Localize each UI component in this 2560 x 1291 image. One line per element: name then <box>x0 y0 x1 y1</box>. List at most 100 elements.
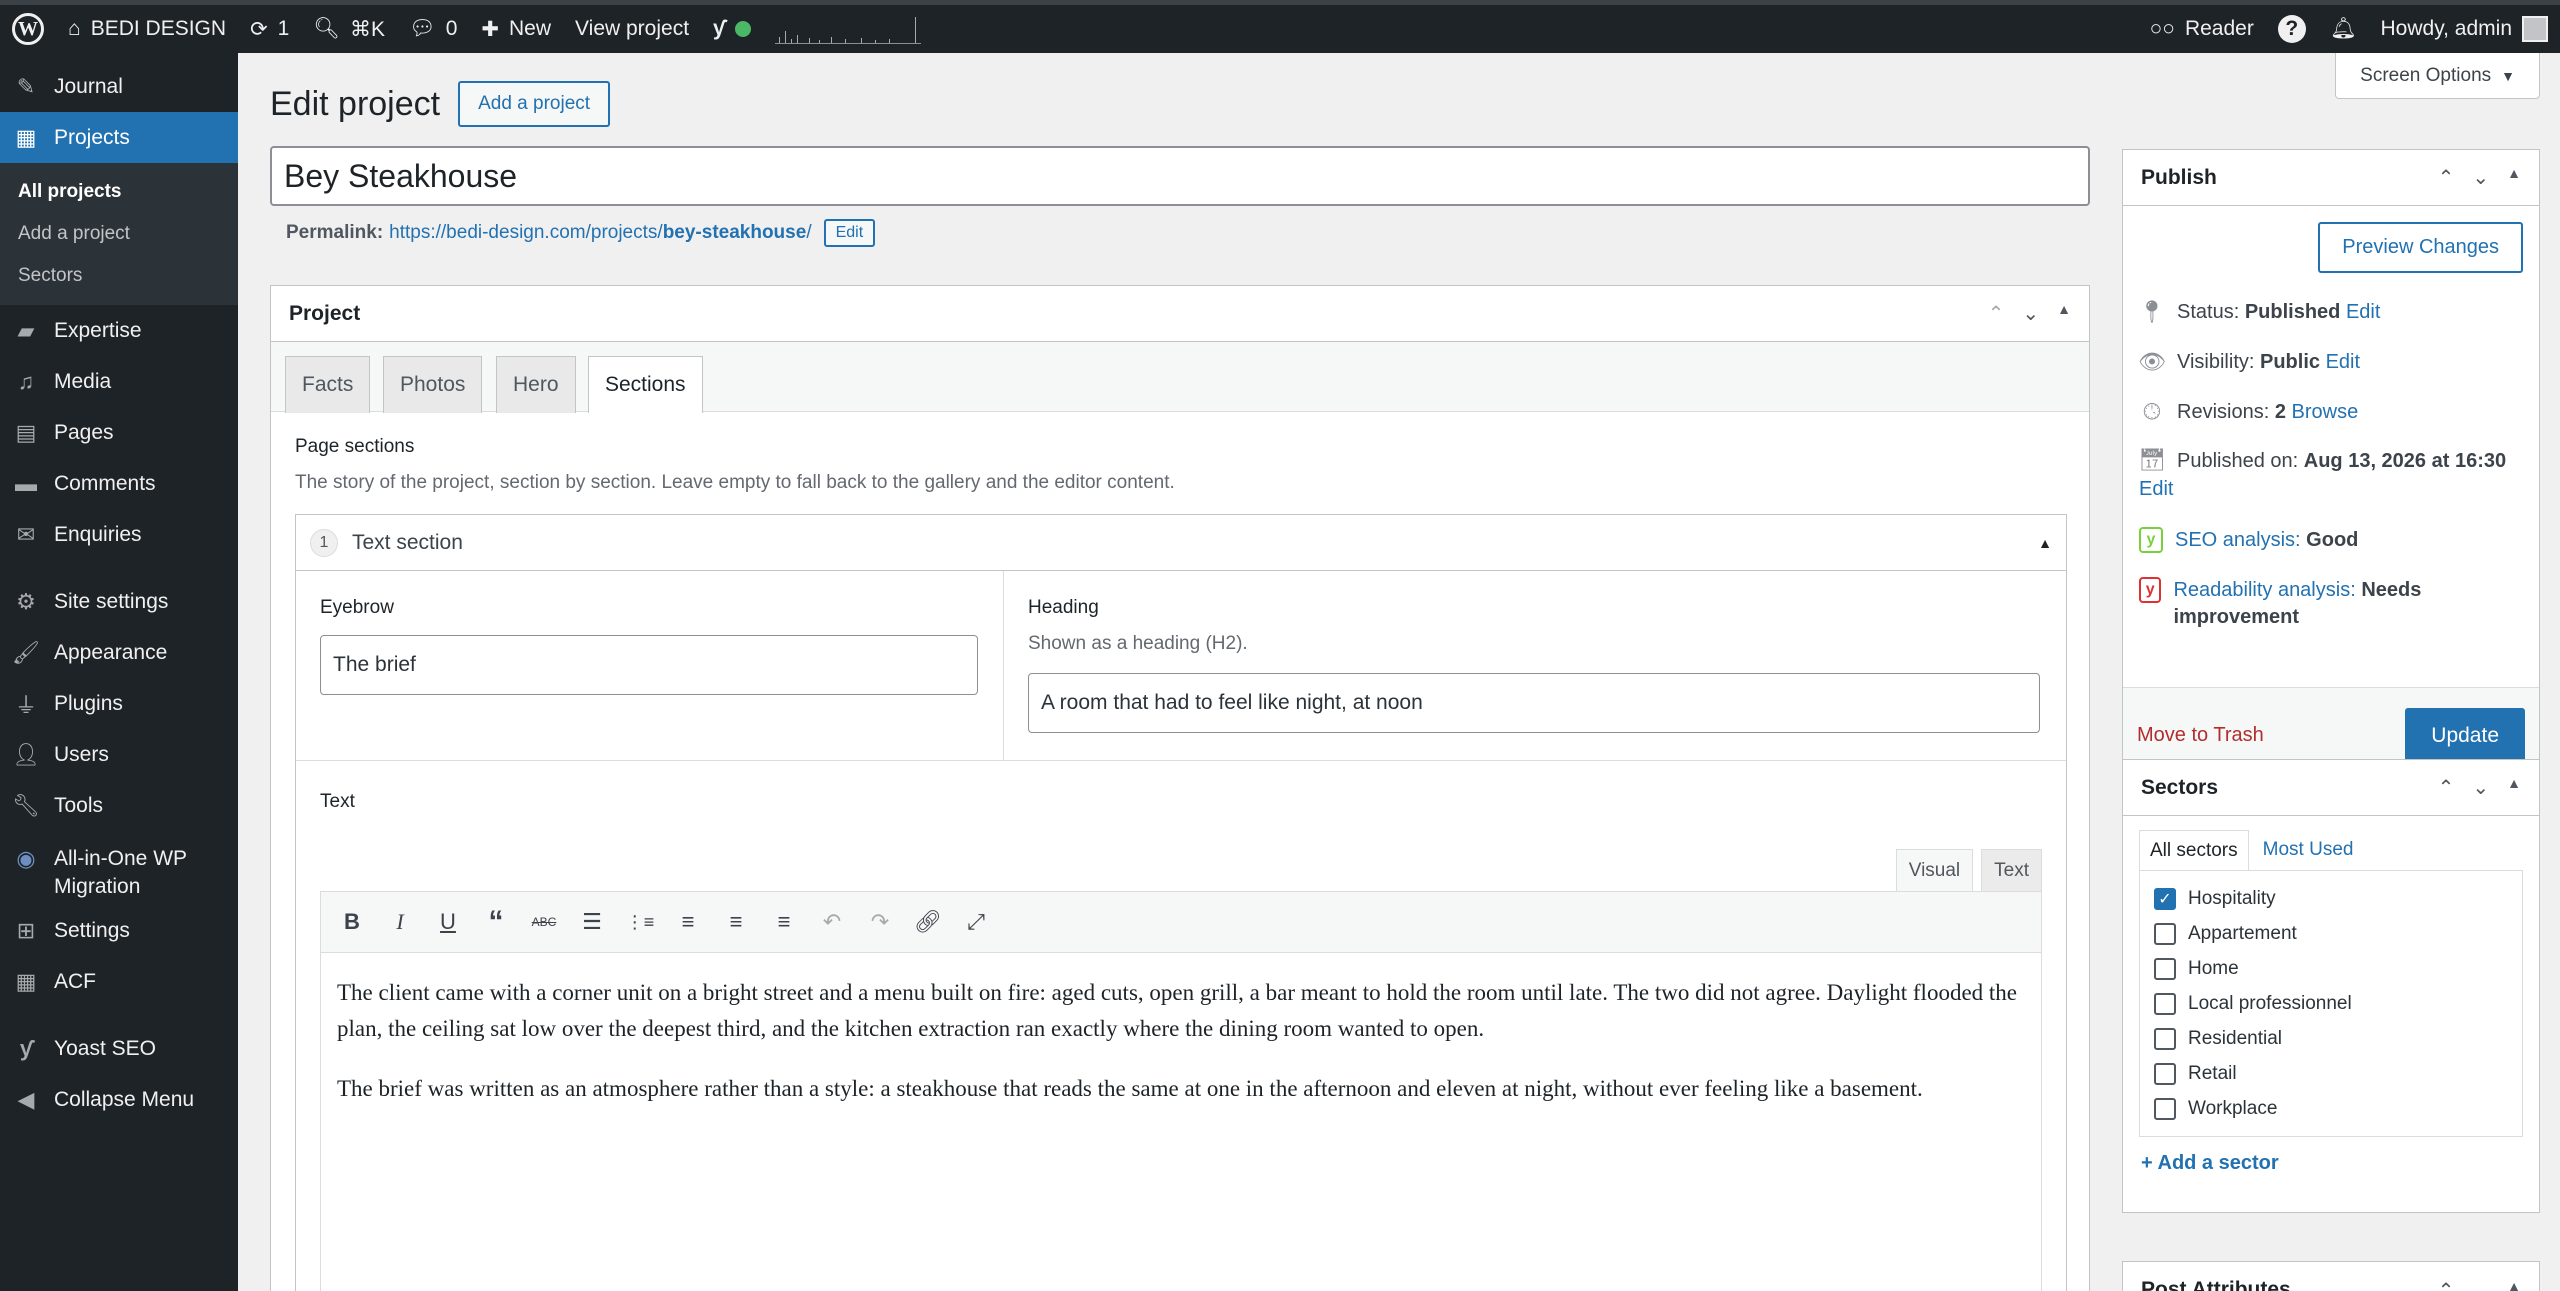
move-up-icon[interactable]: ⌃ <box>2438 1278 2455 1291</box>
status-edit-link[interactable]: Edit <box>2346 301 2380 323</box>
editor-tab-text[interactable]: Text <box>1981 849 2042 891</box>
sidebar-item-tools[interactable]: 🔧︎ Tools <box>0 780 238 831</box>
tab-most-used[interactable]: Most Used <box>2253 830 2364 870</box>
sidebar-collapse-menu[interactable]: ◀ Collapse Menu <box>0 1074 238 1125</box>
sidebar-item-enquiries[interactable]: ✉ Enquiries <box>0 509 238 560</box>
sidebar-item-appearance[interactable]: 🖌︎ Appearance <box>0 627 238 678</box>
tab-all-sectors[interactable]: All sectors <box>2139 830 2249 870</box>
account-menu[interactable]: Howdy, admin <box>2369 5 2560 53</box>
undo-icon[interactable]: ↶ <box>811 901 853 943</box>
editor-tab-visual[interactable]: Visual <box>1895 849 1974 891</box>
link-icon[interactable]: 🔗︎ <box>907 901 949 943</box>
seo-analysis-link[interactable]: SEO analysis: <box>2175 529 2301 551</box>
blockquote-icon[interactable]: “ <box>475 901 517 943</box>
notifications-button[interactable]: 🔔︎ <box>2318 5 2369 53</box>
sidebar-item-plugins[interactable]: ⏚ Plugins <box>0 678 238 729</box>
eyebrow-input[interactable]: The brief <box>320 635 978 695</box>
tab-sections[interactable]: Sections <box>588 356 703 413</box>
submenu-add-project[interactable]: Add a project <box>0 213 238 255</box>
checkbox-icon[interactable] <box>2154 957 2176 980</box>
checkbox-icon[interactable] <box>2154 1027 2176 1050</box>
align-right-icon[interactable]: ≡ <box>763 901 805 943</box>
screen-options-button[interactable]: Screen Options ▼ <box>2335 53 2540 99</box>
comments-link[interactable]: 💬︎ 0 <box>397 5 469 53</box>
sector-item[interactable]: Residential <box>2140 1021 2522 1056</box>
sidebar-item-yoast[interactable]: ƴ Yoast SEO <box>0 1023 238 1074</box>
new-content-button[interactable]: ✚ New <box>469 5 563 53</box>
search-button[interactable]: 🔍︎ ⌘K <box>301 5 397 53</box>
numbered-list-icon[interactable]: ⋮≡ <box>619 901 661 943</box>
strikethrough-icon[interactable]: ABC <box>523 901 565 943</box>
sidebar-item-expertise[interactable]: ▰ Expertise <box>0 305 238 356</box>
bullet-list-icon[interactable]: ☰ <box>571 901 613 943</box>
checkbox-icon[interactable] <box>2154 1097 2176 1120</box>
move-to-trash-link[interactable]: Move to Trash <box>2137 724 2264 747</box>
post-title-input[interactable]: Bey Steakhouse <box>270 146 2090 206</box>
heading-input[interactable]: A room that had to feel like night, at n… <box>1028 673 2040 733</box>
move-up-icon[interactable]: ⌃ <box>2438 775 2455 800</box>
checkbox-checked-icon[interactable]: ✓ <box>2154 887 2176 910</box>
help-button[interactable]: ? <box>2266 5 2318 53</box>
bold-icon[interactable]: B <box>331 901 373 943</box>
sidebar-item-acf[interactable]: ▦ ACF <box>0 956 238 1007</box>
sector-item[interactable]: Workplace <box>2140 1091 2522 1126</box>
sector-item[interactable]: Appartement <box>2140 916 2522 951</box>
sidebar-item-settings[interactable]: ⊞ Settings <box>0 905 238 956</box>
sector-item[interactable]: ✓ Hospitality <box>2140 881 2522 916</box>
add-project-button[interactable]: Add a project <box>458 81 611 127</box>
published-edit-link[interactable]: Edit <box>2139 478 2173 500</box>
sidebar-item-projects[interactable]: ▦ Projects <box>0 112 238 163</box>
update-button[interactable]: Update <box>2405 707 2525 764</box>
submenu-sectors[interactable]: Sectors <box>0 255 238 297</box>
submenu-all-projects[interactable]: All projects <box>0 171 238 213</box>
sector-item[interactable]: Local professionnel <box>2140 986 2522 1021</box>
sidebar-item-users[interactable]: 👤︎ Users <box>0 729 238 780</box>
permalink-edit-button[interactable]: Edit <box>823 219 876 247</box>
move-down-icon[interactable]: ⌄ <box>2472 165 2489 190</box>
add-sector-link[interactable]: + Add a sector <box>2141 1152 2279 1174</box>
sidebar-item-site-settings[interactable]: ⚙ Site settings <box>0 576 238 627</box>
sector-item[interactable]: Home <box>2140 951 2522 986</box>
tab-photos[interactable]: Photos <box>383 356 483 413</box>
wordpress-logo-button[interactable]: W <box>0 5 56 53</box>
underline-icon[interactable]: U <box>427 901 469 943</box>
sidebar-item-pages[interactable]: ▤ Pages <box>0 407 238 458</box>
fullscreen-icon[interactable]: ⤢ <box>955 901 997 943</box>
updates-link[interactable]: ⟳ 1 <box>238 5 301 53</box>
stats-sparkline[interactable] <box>763 5 933 53</box>
move-down-icon[interactable]: ⌄ <box>2022 301 2039 326</box>
italic-icon[interactable]: I <box>379 901 421 943</box>
align-center-icon[interactable]: ≡ <box>715 901 757 943</box>
toggle-panel-icon[interactable]: ▲ <box>2507 1278 2521 1291</box>
move-down-icon[interactable]: ⌄ <box>2472 1278 2489 1291</box>
redo-icon[interactable]: ↷ <box>859 901 901 943</box>
tab-hero[interactable]: Hero <box>496 356 576 413</box>
move-up-icon[interactable]: ⌃ <box>2438 165 2455 190</box>
layout-header[interactable]: 1 Text section ▲ <box>296 515 2066 571</box>
toggle-panel-icon[interactable]: ▲ <box>2057 301 2071 326</box>
layout-order-badge[interactable]: 1 <box>310 528 338 557</box>
preview-changes-button[interactable]: Preview Changes <box>2318 222 2523 273</box>
sector-item[interactable]: Retail <box>2140 1056 2522 1091</box>
site-name-link[interactable]: ⌂ BEDI DESIGN <box>56 5 238 53</box>
align-left-icon[interactable]: ≡ <box>667 901 709 943</box>
checkbox-icon[interactable] <box>2154 992 2176 1015</box>
checkbox-icon[interactable] <box>2154 922 2176 945</box>
yoast-menu-button[interactable]: ƴ <box>701 5 763 53</box>
sidebar-item-comments[interactable]: ▬ Comments <box>0 458 238 509</box>
editor-content[interactable]: The client came with a corner unit on a … <box>320 953 2042 1291</box>
sidebar-item-migration[interactable]: ◉ All-in-One WP Migration <box>0 831 238 905</box>
reader-link[interactable]: ○○ Reader <box>2138 5 2266 53</box>
revisions-browse-link[interactable]: Browse <box>2292 401 2359 423</box>
visibility-edit-link[interactable]: Edit <box>2326 351 2360 373</box>
toggle-panel-icon[interactable]: ▲ <box>2507 775 2521 800</box>
readability-analysis-link[interactable]: Readability analysis: <box>2173 579 2355 601</box>
checkbox-icon[interactable] <box>2154 1062 2176 1085</box>
tab-facts[interactable]: Facts <box>285 356 371 413</box>
move-down-icon[interactable]: ⌄ <box>2472 775 2489 800</box>
layout-collapse-icon[interactable]: ▲ <box>2038 535 2052 551</box>
sidebar-item-media[interactable]: ♫ Media <box>0 356 238 407</box>
view-project-link[interactable]: View project <box>563 5 701 53</box>
toggle-panel-icon[interactable]: ▲ <box>2507 165 2521 190</box>
sidebar-item-journal[interactable]: ✎ Journal <box>0 61 238 112</box>
